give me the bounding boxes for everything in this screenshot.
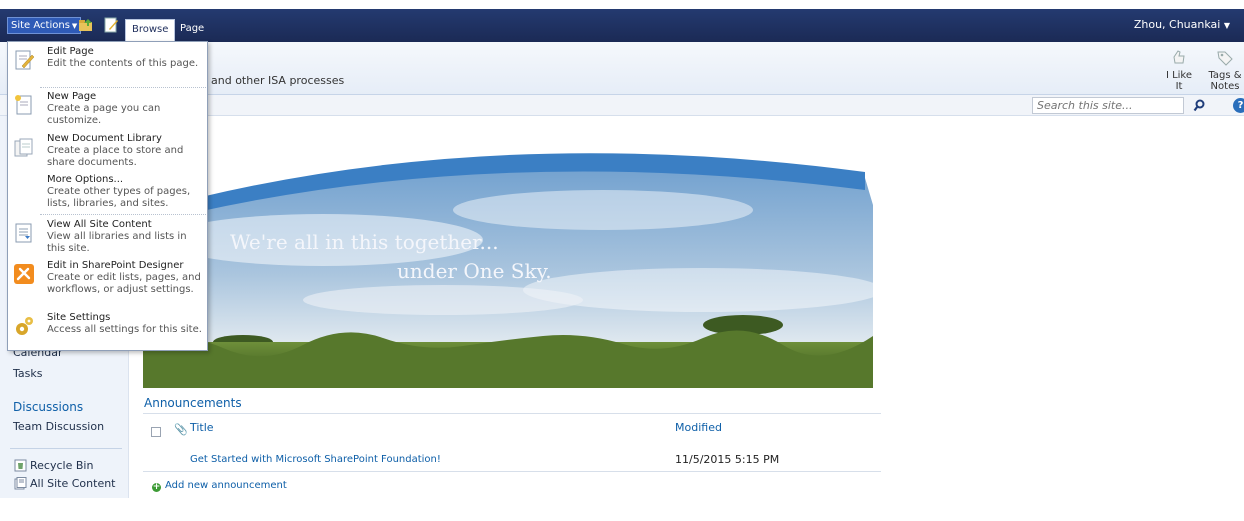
menu-item-title: Edit Page	[47, 46, 94, 57]
tags-notes-label: Tags &	[1208, 70, 1242, 81]
announcements-title[interactable]: Announcements	[144, 396, 242, 410]
add-new-announcement-label: Add new announcement	[165, 480, 287, 491]
menu-item-description: Create other types of pages, lists, libr…	[47, 186, 191, 209]
i-like-it-button[interactable]: I Like It	[1162, 48, 1196, 92]
tab-page[interactable]: Page	[174, 19, 210, 42]
menu-item-title: Edit in SharePoint Designer	[47, 260, 184, 271]
recycle-bin-icon	[14, 459, 27, 472]
top-strip	[0, 0, 1244, 9]
menu-item-description: Edit the contents of this page.	[47, 58, 199, 69]
search-input[interactable]	[1032, 97, 1184, 114]
menu-item-description: Create or edit lists, pages, and workflo…	[47, 272, 201, 295]
add-new-announcement-link[interactable]: + Add new announcement	[152, 480, 287, 492]
divider	[143, 413, 881, 414]
add-icon: +	[152, 482, 161, 492]
chevron-down-icon: ▼	[71, 22, 78, 30]
sharepoint-designer-icon	[14, 264, 34, 284]
user-name: Zhou, Chuankai	[1133, 18, 1221, 31]
site-actions-button[interactable]: Site Actions ▼	[7, 17, 82, 34]
site-description: and other ISA processes	[211, 74, 345, 87]
site-content-icon	[14, 477, 27, 490]
menu-item-description: View all libraries and lists in this sit…	[47, 231, 187, 254]
menu-item-description: Create a place to store and share docume…	[47, 145, 184, 168]
chevron-down-icon: ▼	[1223, 21, 1230, 30]
menu-item-new-document-library[interactable]: New Document Library Create a place to s…	[8, 133, 207, 173]
banner-text-line-2: under One Sky.	[397, 259, 552, 283]
menu-item-title: New Document Library	[47, 133, 162, 144]
folder-up-icon[interactable]	[78, 17, 94, 33]
menu-item-more-options[interactable]: More Options... Create other types of pa…	[8, 174, 207, 214]
menu-item-view-all-site-content[interactable]: View All Site Content View all libraries…	[8, 219, 207, 257]
search-icon[interactable]	[1186, 97, 1212, 114]
edit-page-icon	[15, 50, 35, 70]
menu-item-description: Access all settings for this site.	[47, 324, 202, 335]
divider	[40, 214, 206, 215]
all-site-content-link[interactable]: All Site Content	[14, 477, 116, 490]
menu-item-description: Create a page you can customize.	[47, 103, 161, 126]
user-menu[interactable]: Zhou, Chuankai ▼	[1134, 18, 1230, 31]
tags-notes-label-2: Notes	[1210, 81, 1240, 92]
column-header-title[interactable]: Title	[190, 421, 214, 434]
quick-launch-discussions[interactable]: Discussions	[13, 400, 83, 414]
recycle-bin-link[interactable]: Recycle Bin	[14, 459, 93, 472]
attachment-icon: 📎	[174, 423, 188, 436]
tags-notes-button[interactable]: Tags & Notes	[1206, 48, 1244, 92]
divider	[40, 87, 206, 88]
menu-item-title: Site Settings	[47, 312, 111, 323]
settings-gear-icon	[16, 317, 33, 335]
menu-item-title: More Options...	[47, 174, 124, 185]
tag-icon	[1217, 51, 1233, 66]
all-site-content-label: All Site Content	[30, 477, 116, 490]
menu-item-new-page[interactable]: New Page Create a page you can customize…	[8, 91, 207, 129]
quick-launch-team-discussion[interactable]: Team Discussion	[13, 420, 104, 433]
tab-browse[interactable]: Browse	[125, 19, 176, 42]
menu-item-title: View All Site Content	[47, 219, 152, 230]
announcement-row-modified: 11/5/2015 5:15 PM	[675, 453, 780, 466]
help-icon[interactable]: ?	[1233, 98, 1244, 113]
recycle-bin-label: Recycle Bin	[30, 459, 94, 472]
quick-launch-tasks[interactable]: Tasks	[13, 367, 42, 380]
select-all-checkbox[interactable]	[151, 427, 161, 437]
announcement-row-title[interactable]: Get Started with Microsoft SharePoint Fo…	[190, 454, 441, 465]
i-like-it-label: I Like It	[1165, 70, 1193, 92]
site-content-icon	[15, 223, 32, 243]
divider	[10, 448, 122, 449]
menu-item-edit-in-sharepoint-designer[interactable]: Edit in SharePoint Designer Create or ed…	[8, 260, 207, 310]
edit-icon[interactable]	[103, 17, 119, 33]
site-actions-menu: Edit Page Edit the contents of this page…	[7, 41, 208, 351]
site-actions-label: Site Actions	[11, 20, 70, 31]
menu-item-title: New Page	[47, 91, 97, 102]
banner-text-line-1: We're all in this together...	[230, 230, 499, 254]
banner-image: We're all in this together... under One …	[143, 150, 873, 388]
menu-item-site-settings[interactable]: Site Settings Access all settings for th…	[8, 312, 207, 350]
column-header-modified[interactable]: Modified	[675, 421, 722, 434]
divider	[143, 471, 881, 472]
new-library-icon	[14, 138, 33, 157]
menu-item-edit-page[interactable]: Edit Page Edit the contents of this page…	[8, 46, 207, 82]
new-page-icon	[15, 95, 32, 115]
thumbs-up-icon	[1173, 50, 1185, 64]
